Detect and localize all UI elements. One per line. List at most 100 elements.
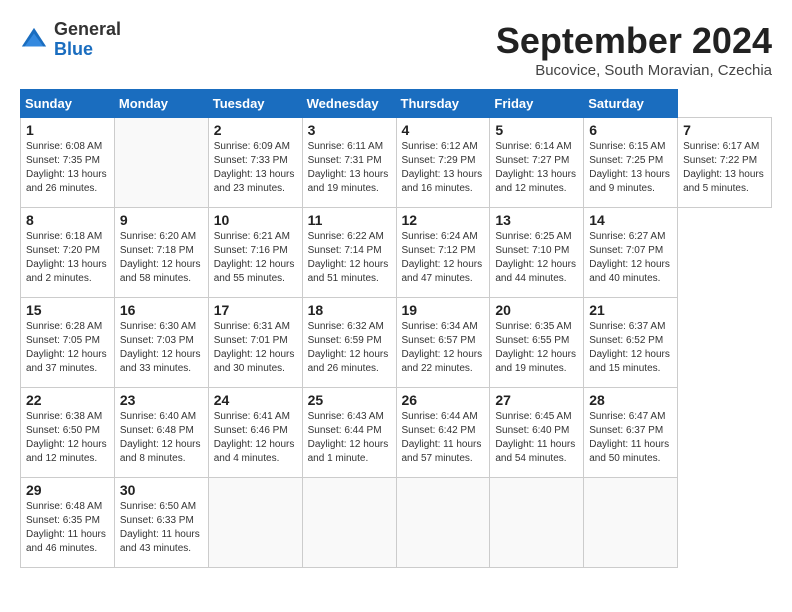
calendar-day: 9 Sunrise: 6:20 AMSunset: 7:18 PMDaylight…: [114, 208, 208, 298]
day-number: 2: [214, 122, 297, 138]
day-number: 3: [308, 122, 391, 138]
day-number: 22: [26, 392, 109, 408]
day-info: Sunrise: 6:27 AMSunset: 7:07 PMDaylight:…: [589, 230, 672, 286]
day-number: 10: [214, 212, 297, 228]
day-info: Sunrise: 6:17 AMSunset: 7:22 PMDaylight:…: [683, 140, 766, 196]
calendar-day: [208, 478, 302, 568]
weekday-header: Thursday: [396, 90, 490, 118]
calendar-day: 27 Sunrise: 6:45 AMSunset: 6:40 PMDayligh…: [490, 388, 584, 478]
day-info: Sunrise: 6:12 AMSunset: 7:29 PMDaylight:…: [402, 140, 485, 196]
calendar-day: 20 Sunrise: 6:35 AMSunset: 6:55 PMDayligh…: [490, 298, 584, 388]
day-info: Sunrise: 6:48 AMSunset: 6:35 PMDaylight:…: [26, 500, 109, 556]
weekday-header-row: SundayMondayTuesdayWednesdayThursdayFrid…: [21, 90, 772, 118]
day-number: 6: [589, 122, 672, 138]
day-number: 7: [683, 122, 766, 138]
calendar-week-row: 1 Sunrise: 6:08 AMSunset: 7:35 PMDaylight…: [21, 118, 772, 208]
day-info: Sunrise: 6:35 AMSunset: 6:55 PMDaylight:…: [495, 320, 578, 376]
weekday-header: Sunday: [21, 90, 115, 118]
day-number: 23: [120, 392, 203, 408]
day-number: 14: [589, 212, 672, 228]
calendar-day: 4 Sunrise: 6:12 AMSunset: 7:29 PMDaylight…: [396, 118, 490, 208]
calendar-day: 22 Sunrise: 6:38 AMSunset: 6:50 PMDayligh…: [21, 388, 115, 478]
day-info: Sunrise: 6:20 AMSunset: 7:18 PMDaylight:…: [120, 230, 203, 286]
day-info: Sunrise: 6:24 AMSunset: 7:12 PMDaylight:…: [402, 230, 485, 286]
day-info: Sunrise: 6:50 AMSunset: 6:33 PMDaylight:…: [120, 500, 203, 556]
day-number: 30: [120, 482, 203, 498]
calendar-day: 19Sunrise: 6:34 AMSunset: 6:57 PMDayligh…: [396, 298, 490, 388]
day-number: 12: [402, 212, 485, 228]
day-info: Sunrise: 6:32 AMSunset: 6:59 PMDaylight:…: [308, 320, 391, 376]
calendar-day: 2 Sunrise: 6:09 AMSunset: 7:33 PMDaylight…: [208, 118, 302, 208]
day-info: Sunrise: 6:45 AMSunset: 6:40 PMDaylight:…: [495, 410, 578, 466]
calendar-day: 16 Sunrise: 6:30 AMSunset: 7:03 PMDayligh…: [114, 298, 208, 388]
calendar-day: 8Sunrise: 6:18 AMSunset: 7:20 PMDaylight…: [21, 208, 115, 298]
day-info: Sunrise: 6:38 AMSunset: 6:50 PMDaylight:…: [26, 410, 109, 466]
day-info: Sunrise: 6:31 AMSunset: 7:01 PMDaylight:…: [214, 320, 297, 376]
day-number: 28: [589, 392, 672, 408]
day-info: Sunrise: 6:41 AMSunset: 6:46 PMDaylight:…: [214, 410, 297, 466]
day-number: 18: [308, 302, 391, 318]
day-info: Sunrise: 6:08 AMSunset: 7:35 PMDaylight:…: [26, 140, 109, 196]
weekday-header: Wednesday: [302, 90, 396, 118]
calendar-day: 11 Sunrise: 6:22 AMSunset: 7:14 PMDayligh…: [302, 208, 396, 298]
calendar-week-row: 29 Sunrise: 6:48 AMSunset: 6:35 PMDayligh…: [21, 478, 772, 568]
day-number: 21: [589, 302, 672, 318]
day-info: Sunrise: 6:09 AMSunset: 7:33 PMDaylight:…: [214, 140, 297, 196]
calendar-week-row: 15Sunrise: 6:28 AMSunset: 7:05 PMDayligh…: [21, 298, 772, 388]
day-info: Sunrise: 6:15 AMSunset: 7:25 PMDaylight:…: [589, 140, 672, 196]
day-info: Sunrise: 6:40 AMSunset: 6:48 PMDaylight:…: [120, 410, 203, 466]
calendar-day: 14 Sunrise: 6:27 AMSunset: 7:07 PMDayligh…: [584, 208, 678, 298]
page-header: General Blue September 2024 Bucovice, So…: [20, 20, 772, 79]
calendar-day: 28 Sunrise: 6:47 AMSunset: 6:37 PMDayligh…: [584, 388, 678, 478]
day-number: 27: [495, 392, 578, 408]
day-info: Sunrise: 6:11 AMSunset: 7:31 PMDaylight:…: [308, 140, 391, 196]
calendar-day: 29 Sunrise: 6:48 AMSunset: 6:35 PMDayligh…: [21, 478, 115, 568]
calendar-day: 21 Sunrise: 6:37 AMSunset: 6:52 PMDayligh…: [584, 298, 678, 388]
calendar-day: 30 Sunrise: 6:50 AMSunset: 6:33 PMDayligh…: [114, 478, 208, 568]
calendar-week-row: 8Sunrise: 6:18 AMSunset: 7:20 PMDaylight…: [21, 208, 772, 298]
calendar-day: 25 Sunrise: 6:43 AMSunset: 6:44 PMDayligh…: [302, 388, 396, 478]
day-number: 16: [120, 302, 203, 318]
calendar-day: 26 Sunrise: 6:44 AMSunset: 6:42 PMDayligh…: [396, 388, 490, 478]
day-number: 11: [308, 212, 391, 228]
day-info: Sunrise: 6:43 AMSunset: 6:44 PMDaylight:…: [308, 410, 391, 466]
calendar-day: 7 Sunrise: 6:17 AMSunset: 7:22 PMDaylight…: [678, 118, 772, 208]
calendar-day: 12 Sunrise: 6:24 AMSunset: 7:12 PMDayligh…: [396, 208, 490, 298]
logo-text: General Blue: [54, 20, 121, 60]
title-block: September 2024 Bucovice, South Moravian,…: [496, 20, 772, 79]
day-number: 8: [26, 212, 109, 228]
calendar-day: 5Sunrise: 6:14 AMSunset: 7:27 PMDaylight…: [490, 118, 584, 208]
calendar-day: 6 Sunrise: 6:15 AMSunset: 7:25 PMDaylight…: [584, 118, 678, 208]
day-info: Sunrise: 6:22 AMSunset: 7:14 PMDaylight:…: [308, 230, 391, 286]
day-number: 13: [495, 212, 578, 228]
day-number: 24: [214, 392, 297, 408]
day-info: Sunrise: 6:44 AMSunset: 6:42 PMDaylight:…: [402, 410, 485, 466]
calendar-day: [302, 478, 396, 568]
calendar-day: [490, 478, 584, 568]
weekday-header: Saturday: [584, 90, 678, 118]
day-number: 4: [402, 122, 485, 138]
day-number: 26: [402, 392, 485, 408]
day-info: Sunrise: 6:14 AMSunset: 7:27 PMDaylight:…: [495, 140, 578, 196]
day-info: Sunrise: 6:37 AMSunset: 6:52 PMDaylight:…: [589, 320, 672, 376]
day-number: 9: [120, 212, 203, 228]
day-number: 1: [26, 122, 109, 138]
day-number: 29: [26, 482, 109, 498]
calendar-day: 18 Sunrise: 6:32 AMSunset: 6:59 PMDayligh…: [302, 298, 396, 388]
day-info: Sunrise: 6:47 AMSunset: 6:37 PMDaylight:…: [589, 410, 672, 466]
day-number: 15: [26, 302, 109, 318]
day-info: Sunrise: 6:21 AMSunset: 7:16 PMDaylight:…: [214, 230, 297, 286]
logo-blue: Blue: [54, 40, 121, 60]
logo: General Blue: [20, 20, 121, 60]
calendar-day: 10 Sunrise: 6:21 AMSunset: 7:16 PMDayligh…: [208, 208, 302, 298]
day-number: 25: [308, 392, 391, 408]
weekday-header: Tuesday: [208, 90, 302, 118]
day-info: Sunrise: 6:30 AMSunset: 7:03 PMDaylight:…: [120, 320, 203, 376]
weekday-header: Friday: [490, 90, 584, 118]
month-title: September 2024: [496, 20, 772, 62]
day-number: 20: [495, 302, 578, 318]
calendar-week-row: 22 Sunrise: 6:38 AMSunset: 6:50 PMDayligh…: [21, 388, 772, 478]
calendar-day: [584, 478, 678, 568]
weekday-header: Monday: [114, 90, 208, 118]
calendar-day: [114, 118, 208, 208]
